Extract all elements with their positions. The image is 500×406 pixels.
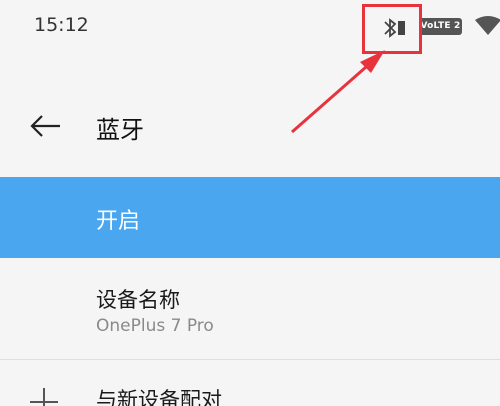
bluetooth-toggle-label: 开启 xyxy=(96,209,141,234)
plus-icon xyxy=(30,388,58,406)
app-bar: 蓝牙 xyxy=(0,90,500,162)
device-name-row[interactable]: 设备名称 OnePlus 7 Pro xyxy=(0,265,500,360)
status-bar: 15:12 VoLTE 2 xyxy=(0,0,500,56)
device-name-title: 设备名称 xyxy=(96,288,180,312)
wifi-icon xyxy=(475,16,500,35)
device-name-value: OnePlus 7 Pro xyxy=(96,316,214,336)
pair-new-device-row[interactable]: 与新设备配对 xyxy=(0,366,500,406)
back-arrow-icon[interactable] xyxy=(24,108,64,144)
page-title: 蓝牙 xyxy=(96,116,144,144)
bluetooth-toggle-row[interactable]: 开启 xyxy=(0,177,500,258)
pair-new-device-label: 与新设备配对 xyxy=(96,388,222,406)
divider xyxy=(0,359,500,360)
annotation-highlight-box xyxy=(362,4,422,54)
status-time: 15:12 xyxy=(34,14,89,36)
volte-badge: VoLTE 2 xyxy=(419,18,462,35)
